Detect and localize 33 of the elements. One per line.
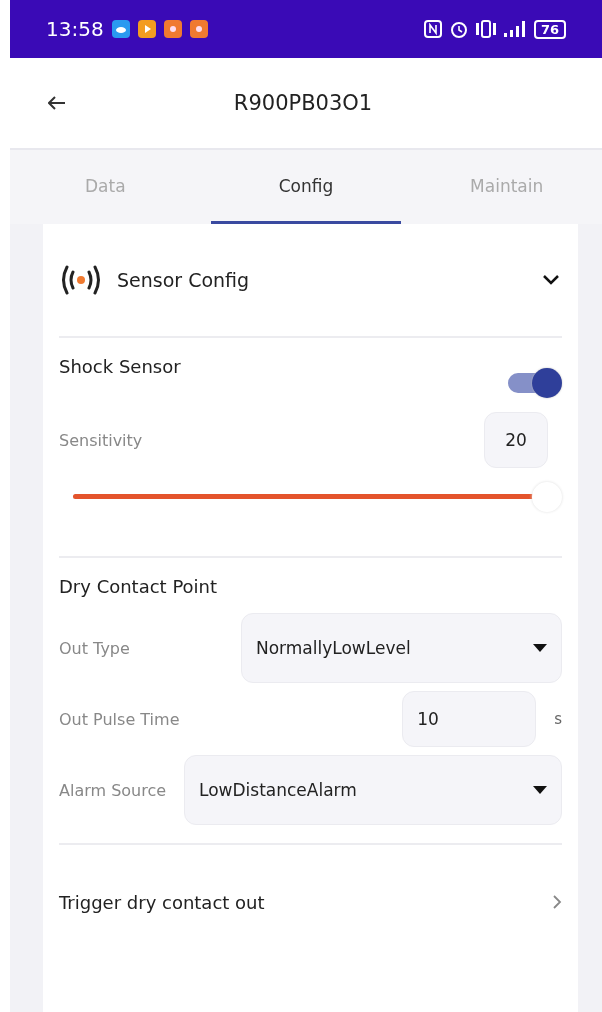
slider-thumb[interactable]	[532, 482, 562, 512]
status-time: 13:58	[46, 17, 104, 41]
dropdown-field[interactable]: NormallyLowLevel	[241, 613, 562, 683]
chevron-right-icon	[552, 894, 562, 910]
panel-title: Sensor Config	[117, 269, 251, 291]
toggle-switch[interactable]	[506, 368, 562, 398]
app-icon	[189, 20, 208, 38]
chevron-icon[interactable]	[542, 274, 560, 286]
app-icon	[163, 20, 182, 38]
battery-indicator: 76	[533, 19, 566, 39]
page-title: R900PB03O1	[232, 91, 374, 115]
unit-label: s	[554, 710, 562, 728]
nfc-icon	[423, 20, 442, 38]
section-title: Dry Contact Point	[59, 576, 219, 597]
field-label: Sensitivity	[59, 430, 143, 450]
alarm-clock-icon	[449, 20, 468, 38]
signal-icon	[59, 264, 103, 296]
field-label: Out Pulse Time	[59, 709, 181, 729]
cloud-app-icon	[111, 20, 130, 38]
play-app-icon	[137, 20, 156, 38]
dropdown-field[interactable]: LowDistanceAlarm	[184, 755, 562, 825]
dropdown-icon	[533, 786, 547, 794]
dropdown-icon	[533, 644, 547, 652]
trigger-row[interactable]: Trigger dry contact out	[59, 845, 562, 959]
vibrate-icon	[475, 20, 496, 38]
number-field[interactable]: 10	[402, 691, 537, 747]
row-label: Trigger dry contact out	[59, 891, 265, 913]
number-field[interactable]: 20	[484, 412, 548, 468]
field-label: Out Type	[59, 638, 131, 658]
signal-strength-icon	[503, 21, 526, 37]
back-arrow-icon[interactable]	[48, 96, 66, 110]
field-label: Alarm Source	[59, 780, 168, 800]
section-title: Shock Sensor	[59, 356, 182, 377]
